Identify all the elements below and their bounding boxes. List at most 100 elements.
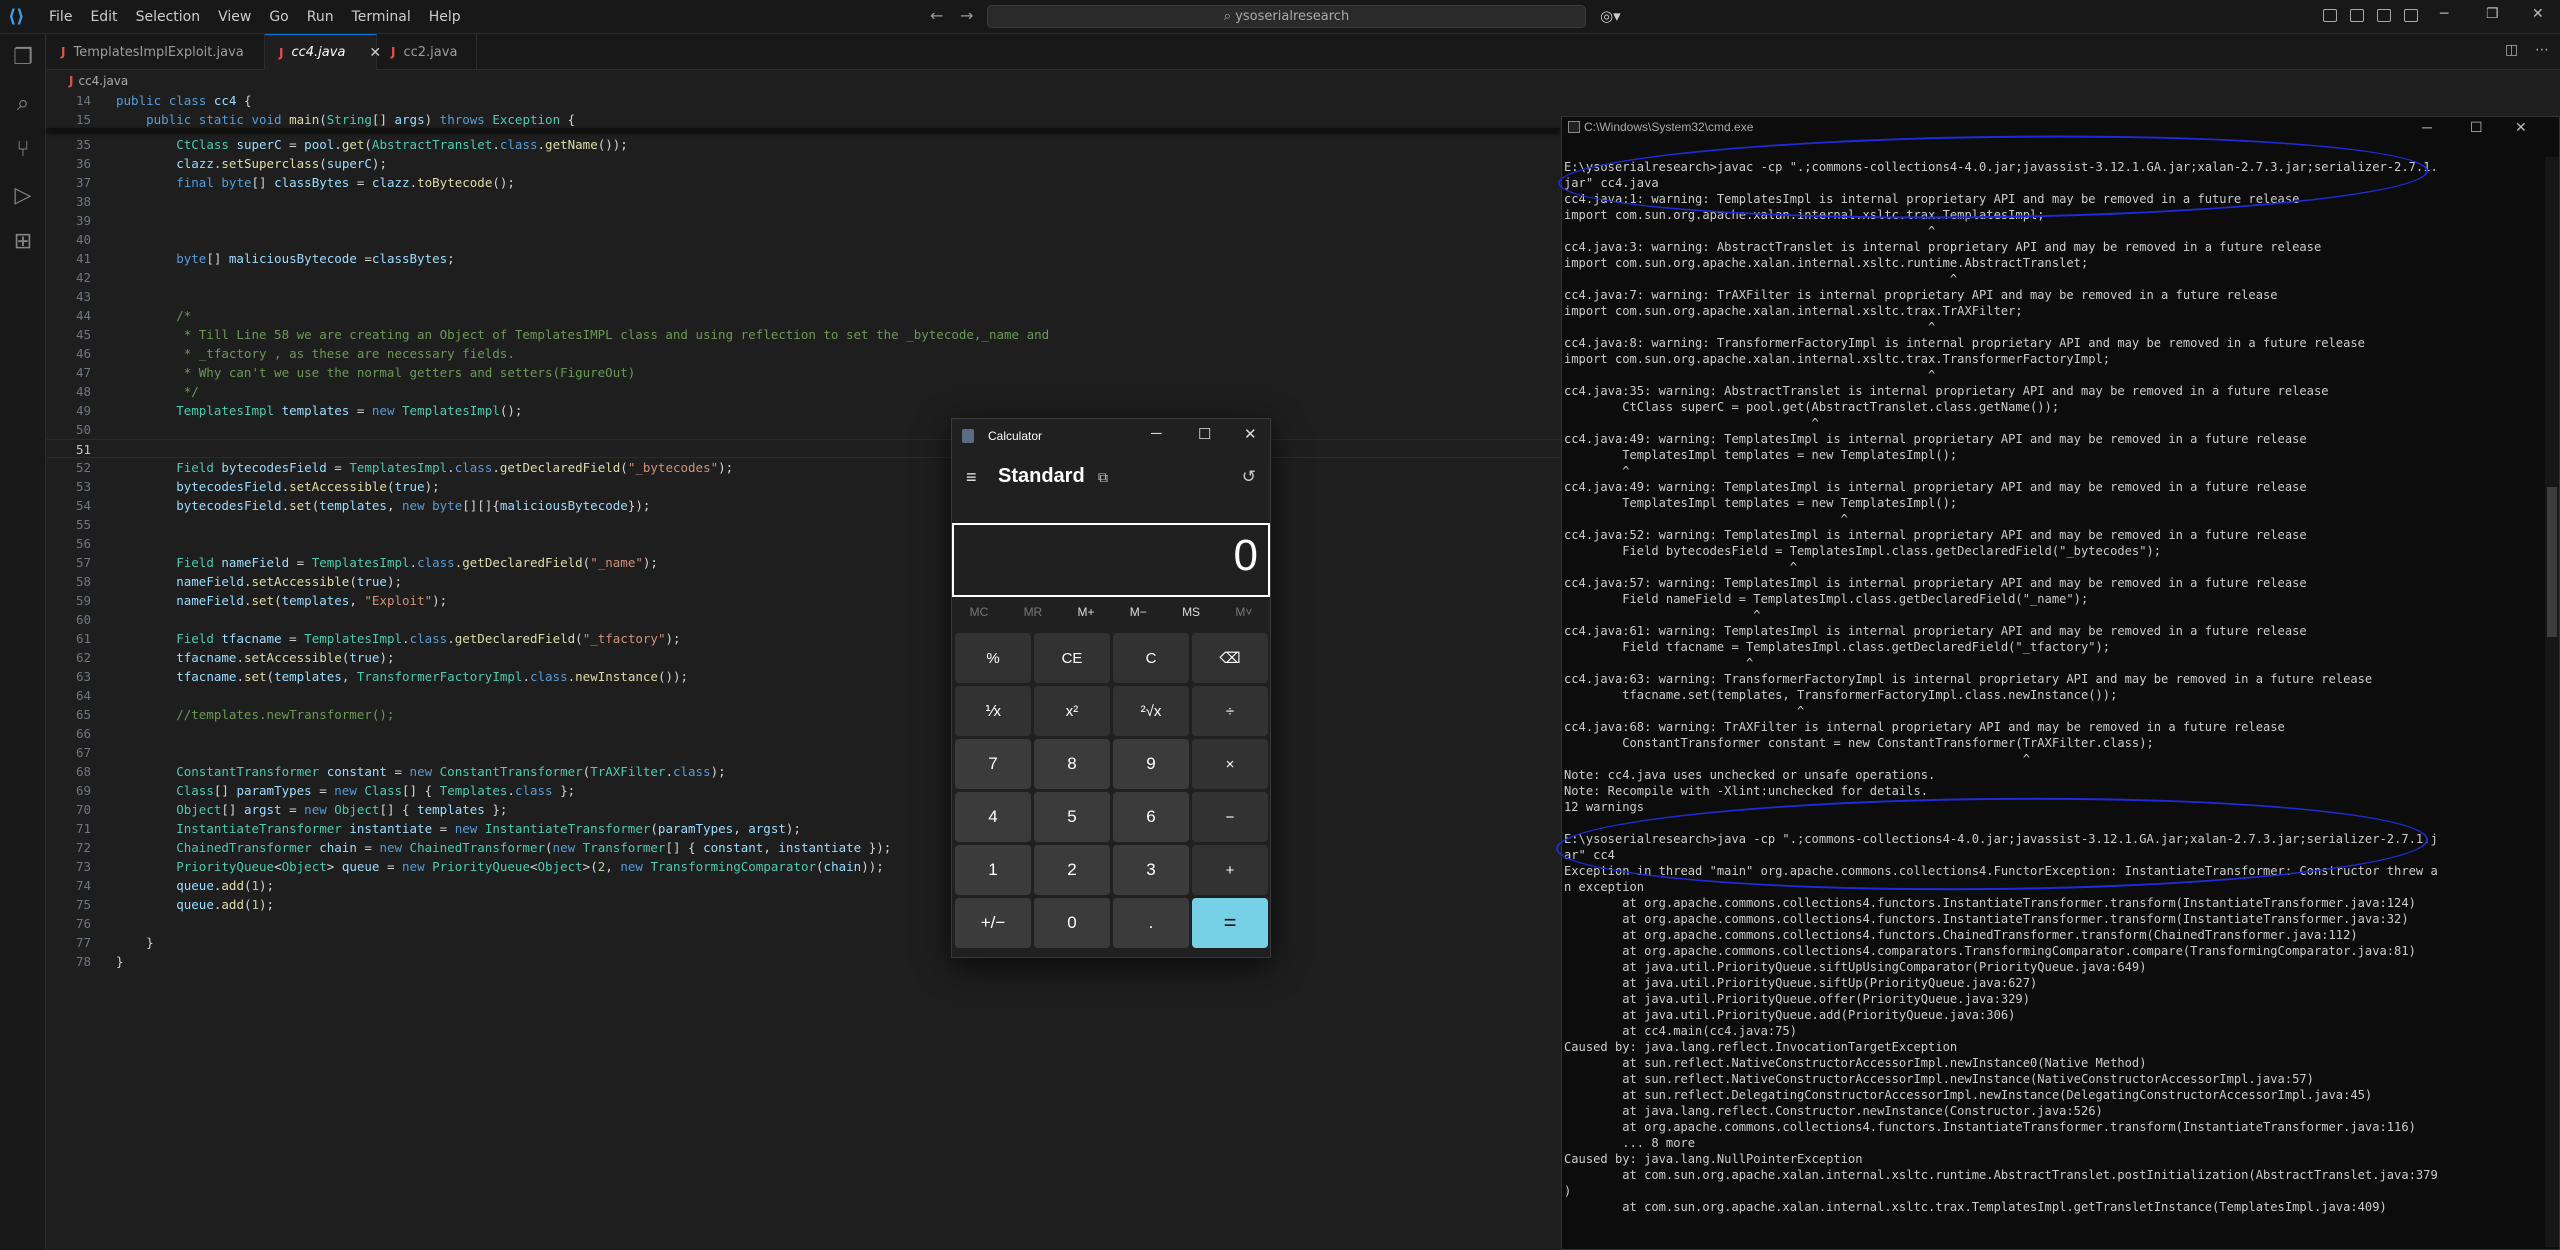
line-number: 67 — [75, 745, 91, 760]
source-control-icon[interactable]: ⑂ — [9, 136, 37, 164]
key-button[interactable]: x² — [1034, 686, 1110, 736]
menu-bar: File Edit Selection View Go Run Terminal Help — [40, 0, 470, 34]
key-button[interactable]: 9 — [1113, 739, 1189, 789]
line-number: 73 — [75, 859, 91, 874]
key-button[interactable]: = — [1192, 898, 1268, 948]
cmd-icon — [1568, 121, 1580, 133]
cmd-window[interactable]: C:\Windows\System32\cmd.exe ─ ☐ ✕ E:\yso… — [1561, 116, 2560, 1250]
command-center-search[interactable]: ⌕ ysoserialresearch — [987, 5, 1586, 28]
menu-edit[interactable]: Edit — [81, 0, 126, 34]
tab-templatesimplexploit[interactable]: J TemplatesImplExploit.java — [47, 34, 265, 70]
key-button[interactable]: % — [955, 633, 1031, 683]
minimize-icon[interactable]: ─ — [2440, 6, 2448, 22]
memory-button[interactable]: MS — [1182, 605, 1200, 629]
restore-icon[interactable]: ❐ — [2486, 6, 2499, 22]
layout-customize-icon[interactable] — [2323, 9, 2337, 22]
toggle-panel-icon[interactable] — [2377, 9, 2391, 22]
calculator-window[interactable]: Calculator ─ ☐ ✕ ≡ Standard ⧉ ↺ 0 MC MR M+… — [951, 418, 1271, 958]
key-button[interactable]: 0 — [1034, 898, 1110, 948]
back-arrow-icon[interactable]: ← — [930, 6, 943, 25]
memory-button[interactable]: M− — [1130, 605, 1147, 629]
cmd-scrollbar[interactable] — [2545, 157, 2559, 1247]
calc-maximize-icon[interactable]: ☐ — [1198, 425, 1211, 443]
title-bar: ⟨⟩ File Edit Selection View Go Run Terminal Hel… — [0, 0, 2560, 34]
key-button[interactable]: 7 — [955, 739, 1031, 789]
calc-minimize-icon[interactable]: ─ — [1151, 425, 1162, 442]
calculator-icon — [962, 429, 974, 443]
key-button[interactable]: 1 — [955, 845, 1031, 895]
menu-icon[interactable]: ≡ — [966, 467, 977, 488]
code-editor[interactable]: 14 public class cc4 {15 public static voi… — [47, 91, 1567, 1250]
code-line[interactable]: 51 — [47, 439, 1567, 458]
line-code: * Till Line 58 we are creating an Object… — [116, 327, 1050, 342]
cmd-close-icon[interactable]: ✕ — [2515, 117, 2527, 137]
tab-cc2[interactable]: Jcc2.java — [377, 34, 477, 70]
key-button[interactable]: − — [1192, 792, 1268, 842]
line-code: Object[] argst = new Object[] { template… — [176, 802, 508, 817]
search-icon[interactable]: ⌕ — [9, 90, 37, 118]
forward-arrow-icon[interactable]: → — [960, 6, 973, 25]
key-button[interactable]: 6 — [1113, 792, 1189, 842]
explorer-icon[interactable]: ❐ — [9, 44, 37, 72]
keep-on-top-icon[interactable]: ⧉ — [1098, 469, 1108, 486]
toggle-primary-sidebar-icon[interactable] — [2350, 9, 2364, 22]
key-button[interactable]: 5 — [1034, 792, 1110, 842]
more-actions-icon[interactable]: ⋯ — [2535, 42, 2549, 58]
key-button[interactable]: ⌫ — [1192, 633, 1268, 683]
split-editor-icon[interactable]: ◫ — [2505, 42, 2518, 58]
java-file-icon: J — [61, 45, 66, 59]
key-button[interactable]: × — [1192, 739, 1268, 789]
cmd-output[interactable]: E:\ysoserialresearch>javac -cp ".;common… — [1564, 159, 2524, 1215]
key-button[interactable]: + — [1192, 845, 1268, 895]
key-button[interactable]: +/− — [955, 898, 1031, 948]
menu-selection[interactable]: Selection — [127, 0, 210, 34]
line-number: 75 — [75, 897, 91, 912]
calculator-title: Calculator — [988, 429, 1043, 443]
key-button[interactable]: ÷ — [1192, 686, 1268, 736]
line-number: 78 — [75, 954, 91, 969]
memory-button[interactable]: M˅ — [1235, 605, 1252, 629]
calc-close-icon[interactable]: ✕ — [1244, 425, 1257, 443]
line-number: 51 — [75, 442, 91, 457]
line-code: queue.add(1); — [176, 878, 275, 893]
line-number: 46 — [75, 346, 91, 361]
key-button[interactable]: . — [1113, 898, 1189, 948]
breadcrumb[interactable]: Jcc4.java — [47, 71, 128, 91]
key-button[interactable]: 8 — [1034, 739, 1110, 789]
line-number: 61 — [75, 631, 91, 646]
menu-run[interactable]: Run — [298, 0, 343, 34]
memory-row: MC MR M+ M− MS M˅ — [952, 605, 1270, 629]
line-number: 62 — [75, 650, 91, 665]
line-number: 40 — [75, 232, 91, 247]
toggle-secondary-sidebar-icon[interactable] — [2404, 9, 2418, 22]
close-window-icon[interactable]: ✕ — [2532, 6, 2544, 22]
key-button[interactable]: 2 — [1034, 845, 1110, 895]
tab-cc4[interactable]: Jcc4.java ✕ — [265, 34, 381, 70]
run-debug-icon[interactable]: ▷ — [9, 182, 37, 210]
line-code: bytecodesField.set(templates, new byte[]… — [176, 498, 651, 513]
breadcrumb-file: cc4.java — [78, 74, 129, 88]
cmd-scroll-thumb[interactable] — [2547, 487, 2557, 637]
menu-view[interactable]: View — [209, 0, 260, 34]
key-button[interactable]: 3 — [1113, 845, 1189, 895]
menu-file[interactable]: File — [40, 0, 81, 34]
key-button[interactable]: 4 — [955, 792, 1031, 842]
copilot-icon[interactable]: ◎▾ — [1600, 7, 1621, 25]
menu-terminal[interactable]: Terminal — [343, 0, 420, 34]
memory-button[interactable]: M+ — [1078, 605, 1095, 629]
line-code: clazz.setSuperclass(superC); — [176, 156, 387, 171]
menu-go[interactable]: Go — [260, 0, 297, 34]
history-icon[interactable]: ↺ — [1242, 467, 1256, 487]
memory-button[interactable]: MC — [970, 605, 989, 629]
key-button[interactable]: C — [1113, 633, 1189, 683]
extensions-icon[interactable]: ⊞ — [9, 228, 37, 256]
key-button[interactable]: CE — [1034, 633, 1110, 683]
line-code: Field bytecodesField = TemplatesImpl.cla… — [176, 460, 734, 475]
memory-button[interactable]: MR — [1024, 605, 1043, 629]
menu-help[interactable]: Help — [420, 0, 470, 34]
key-button[interactable]: ⅟x — [955, 686, 1031, 736]
line-code: CtClass superC = pool.get(AbstractTransl… — [176, 137, 628, 152]
cmd-minimize-icon[interactable]: ─ — [2422, 117, 2432, 137]
key-button[interactable]: ²√x — [1113, 686, 1189, 736]
cmd-maximize-icon[interactable]: ☐ — [2470, 117, 2483, 137]
